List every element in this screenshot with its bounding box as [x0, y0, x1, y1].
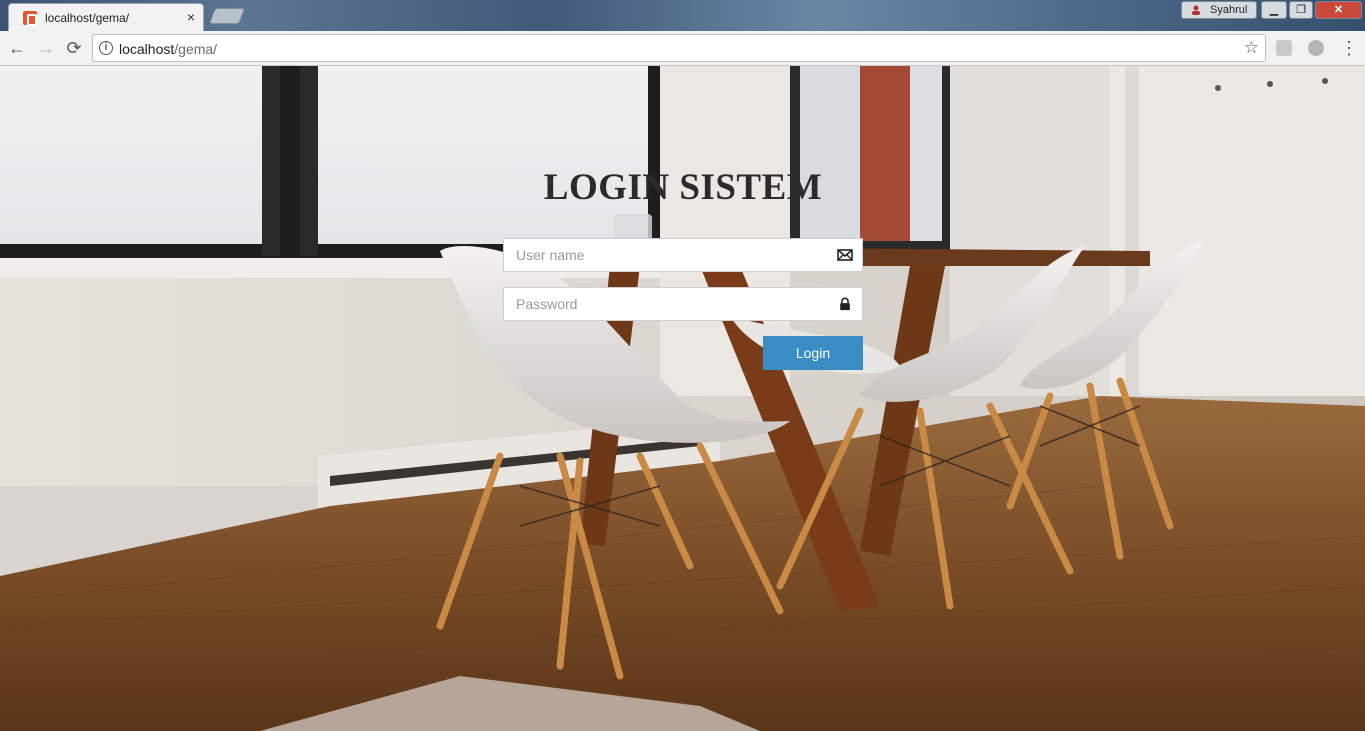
close-icon: ✕: [1333, 4, 1344, 16]
password-field[interactable]: [503, 287, 863, 321]
url-host: localhost: [119, 41, 175, 57]
page-viewport: LOGIN SISTEM Login: [0, 66, 1365, 731]
profile-icon: [1192, 5, 1200, 15]
profile-name: Syahrul: [1210, 4, 1248, 16]
username-field[interactable]: [503, 238, 863, 272]
restore-icon: ❐: [1296, 4, 1306, 16]
login-title: LOGIN SISTEM: [543, 167, 823, 208]
info-icon[interactable]: i: [99, 41, 113, 55]
url-text[interactable]: localhost/gema/: [119, 41, 217, 57]
globe-icon[interactable]: [1308, 40, 1324, 56]
password-input[interactable]: [504, 288, 834, 320]
reload-button[interactable]: ⟳: [63, 38, 85, 58]
maximize-button[interactable]: ❐: [1289, 1, 1313, 19]
menu-icon[interactable]: ⋮: [1340, 38, 1358, 58]
arrow-left-icon: ←: [8, 38, 26, 58]
lock-icon: [840, 297, 850, 311]
forward-button[interactable]: →: [35, 38, 57, 58]
browser-titlebar: localhost/gema/ × Syahrul ▁ ❐ ✕: [0, 0, 1365, 31]
login-button[interactable]: Login: [763, 336, 863, 370]
url-path: /gema/: [174, 41, 218, 57]
envelope-icon: [837, 249, 853, 261]
reload-icon: ⟳: [66, 38, 82, 58]
browser-tab[interactable]: localhost/gema/ ×: [8, 3, 204, 31]
bookmark-star-icon[interactable]: ☆: [1244, 38, 1259, 58]
extension-icon[interactable]: [1276, 40, 1292, 56]
close-window-button[interactable]: ✕: [1315, 1, 1362, 19]
minimize-icon: ▁: [1269, 4, 1279, 16]
username-input[interactable]: [504, 239, 834, 271]
address-bar[interactable]: i localhost/gema/ ☆: [92, 34, 1266, 62]
minimize-button[interactable]: ▁: [1261, 1, 1287, 19]
tab-title: localhost/gema/: [45, 11, 130, 25]
xampp-favicon-icon: [23, 11, 37, 26]
browser-toolbar: ← → ⟳ i localhost/gema/ ☆ ⋮: [0, 31, 1365, 66]
arrow-right-icon: →: [37, 38, 55, 58]
profile-button[interactable]: Syahrul: [1181, 1, 1257, 19]
new-tab-button[interactable]: [209, 8, 245, 24]
back-button[interactable]: ←: [6, 38, 28, 58]
tab-close-icon[interactable]: ×: [187, 9, 195, 25]
